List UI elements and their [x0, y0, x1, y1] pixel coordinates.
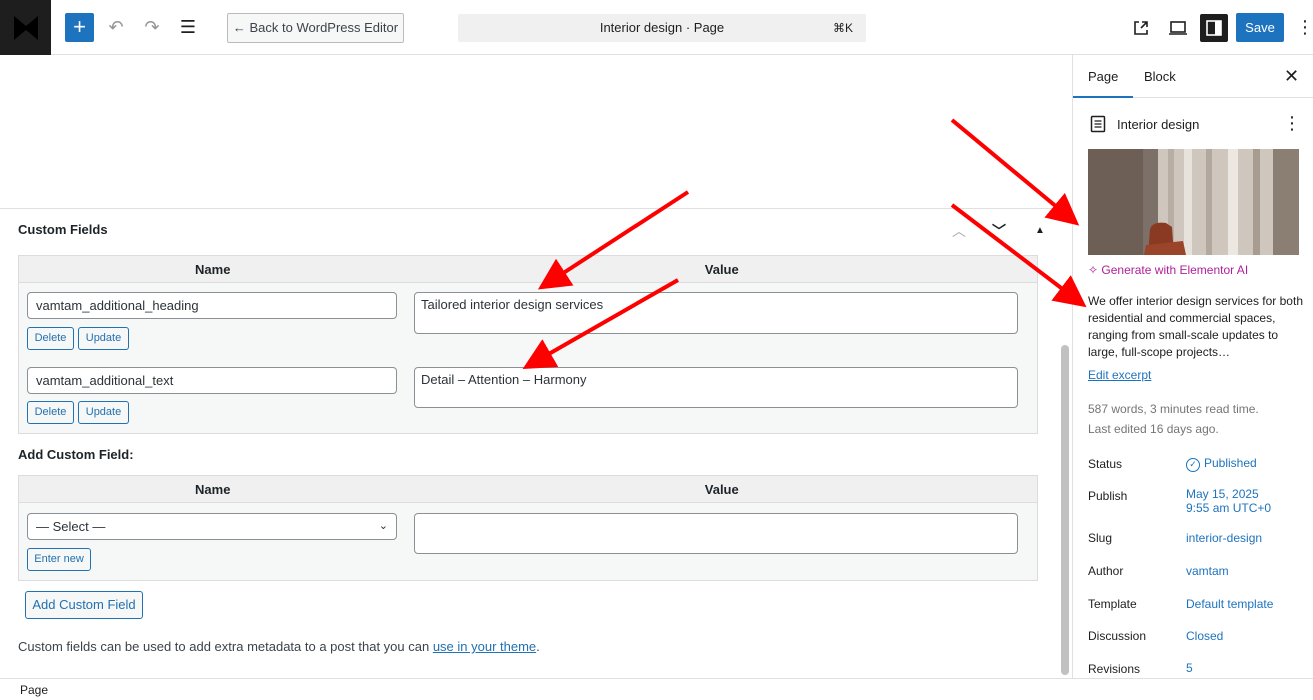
- sparkle-icon: ✧: [1088, 263, 1099, 277]
- editor-canvas: Custom Fields ︿ ﹀ ▲ Name Value vamtam_ad…: [0, 55, 1059, 678]
- delete-button[interactable]: Delete: [27, 401, 74, 424]
- use-in-theme-link[interactable]: use in your theme: [433, 639, 536, 654]
- back-to-wordpress-editor-button[interactable]: ← Back to WordPress Editor: [227, 13, 404, 43]
- revisions-label: Revisions: [1088, 662, 1141, 676]
- publish-date-value[interactable]: May 15, 2025 9:55 am UTC+0: [1186, 487, 1271, 515]
- custom-fields-panel: Custom Fields ︿ ﹀ ▲: [0, 208, 1059, 239]
- discussion-label: Discussion: [1088, 629, 1147, 643]
- breadcrumb[interactable]: Page: [20, 683, 48, 697]
- page-excerpt: We offer interior design services for bo…: [1088, 294, 1303, 359]
- add-custom-field-title: Add Custom Field:: [18, 447, 134, 462]
- add-block-button[interactable]: +: [65, 13, 94, 42]
- close-icon[interactable]: ✕: [1284, 66, 1299, 87]
- enter-new-button[interactable]: Enter new: [27, 548, 91, 571]
- preview-device-icon[interactable]: [1164, 14, 1192, 42]
- undo-icon[interactable]: ↶: [104, 16, 128, 40]
- tab-block[interactable]: Block: [1144, 69, 1176, 84]
- page-title: Interior design: [1117, 117, 1200, 132]
- edit-excerpt-link[interactable]: Edit excerpt: [1088, 368, 1151, 382]
- column-header-value: Value: [406, 475, 1038, 504]
- field-key-select[interactable]: — Select — ⌄: [27, 513, 397, 540]
- page-stats: 587 words, 3 minutes read time. Last edi…: [1088, 402, 1259, 436]
- column-header-name: Name: [18, 475, 407, 504]
- slug-value[interactable]: interior-design: [1186, 531, 1262, 545]
- shortcut-hint: ⌘K: [832, 21, 853, 35]
- settings-sidebar: Page Block ✕ Interior design ⋮ ✧ Generat…: [1072, 55, 1313, 678]
- field-name-input[interactable]: vamtam_additional_text: [27, 367, 397, 394]
- field-value-textarea[interactable]: Detail – Attention – Harmony: [414, 367, 1018, 408]
- author-value[interactable]: vamtam: [1186, 564, 1229, 578]
- revisions-value[interactable]: 5: [1186, 661, 1193, 675]
- add-custom-field-button[interactable]: Add Custom Field: [25, 591, 143, 619]
- document-title: Interior design · Page: [599, 20, 725, 35]
- new-field-value-textarea[interactable]: [414, 513, 1018, 554]
- scrollbar[interactable]: [1061, 345, 1069, 675]
- move-down-icon[interactable]: ﹀: [989, 221, 1009, 241]
- select-value: — Select —: [36, 519, 106, 534]
- custom-fields-title: Custom Fields: [18, 222, 108, 237]
- column-header-value: Value: [406, 255, 1038, 284]
- column-header-name: Name: [18, 255, 407, 284]
- status-value[interactable]: ✓ Published: [1186, 456, 1257, 472]
- tab-page[interactable]: Page: [1072, 69, 1134, 98]
- update-button[interactable]: Update: [78, 327, 129, 350]
- slug-label: Slug: [1088, 531, 1113, 545]
- custom-fields-help-text: Custom fields can be used to add extra m…: [18, 639, 540, 654]
- save-button[interactable]: Save: [1236, 13, 1284, 42]
- editor-footer: Page: [0, 678, 1313, 700]
- chevron-down-icon: ⌄: [378, 520, 388, 532]
- delete-button[interactable]: Delete: [27, 327, 74, 350]
- settings-sidebar-icon[interactable]: [1200, 14, 1228, 42]
- page-actions-kebab-icon[interactable]: ⋮: [1283, 113, 1301, 134]
- view-page-icon[interactable]: [1127, 14, 1155, 42]
- check-circle-icon: ✓: [1186, 458, 1200, 472]
- publish-label: Publish: [1088, 489, 1128, 503]
- field-name-input[interactable]: vamtam_additional_heading: [27, 292, 397, 319]
- featured-image[interactable]: [1088, 149, 1299, 255]
- discussion-value[interactable]: Closed: [1186, 629, 1223, 643]
- collapse-panel-icon[interactable]: ▲: [1030, 221, 1050, 241]
- options-kebab-icon[interactable]: ⋮: [1296, 16, 1313, 40]
- command-palette[interactable]: Interior design · Page ⌘K: [458, 14, 866, 42]
- top-toolbar: + ↶ ↷ ☰ ← Back to WordPress Editor Inter…: [0, 0, 1313, 55]
- field-value-textarea[interactable]: Tailored interior design services: [414, 292, 1018, 334]
- generate-ai-link[interactable]: ✧ Generate with Elementor AI: [1088, 263, 1248, 277]
- template-value[interactable]: Default template: [1186, 597, 1273, 611]
- site-logo[interactable]: [0, 0, 51, 55]
- author-label: Author: [1088, 564, 1124, 578]
- page-icon: [1090, 115, 1106, 136]
- move-up-icon[interactable]: ︿: [949, 221, 969, 241]
- logo-icon: [13, 15, 38, 40]
- update-button[interactable]: Update: [78, 401, 129, 424]
- status-label: Status: [1088, 457, 1123, 471]
- template-label: Template: [1088, 597, 1137, 611]
- sidebar-tabs: Page Block ✕: [1072, 55, 1313, 98]
- redo-icon[interactable]: ↷: [140, 16, 164, 40]
- document-overview-icon[interactable]: ☰: [176, 16, 200, 40]
- plus-icon: +: [73, 14, 86, 39]
